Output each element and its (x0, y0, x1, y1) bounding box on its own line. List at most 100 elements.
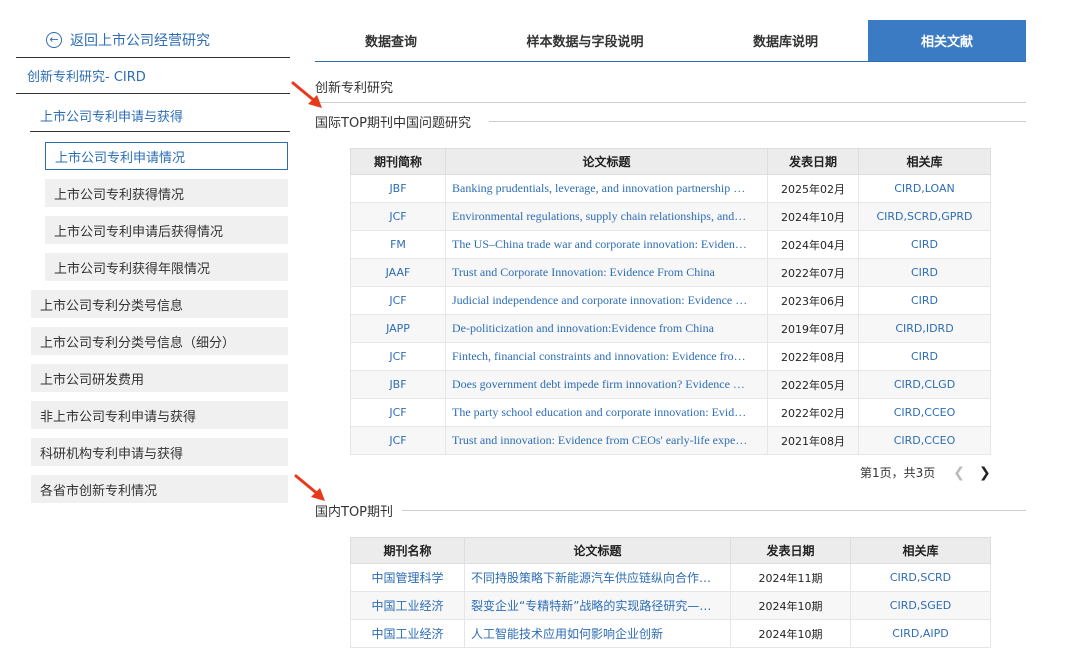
journal-cell[interactable]: JCF (350, 426, 446, 455)
title-cell[interactable]: Banking prudentials, leverage, and innov… (445, 174, 768, 203)
col-header-journal: 期刊简称 (350, 148, 446, 175)
table-row: FM The US–China trade war and corporate … (350, 230, 991, 259)
database-cell[interactable]: CIRD,SCRD,GPRD (858, 202, 991, 231)
sidebar-leaf-grant[interactable]: 上市公司专利获得情况 (45, 179, 288, 207)
title-cell[interactable]: Fintech, financial constraints and innov… (445, 342, 768, 371)
title-cell[interactable]: Trust and innovation: Evidence from CEOs… (445, 426, 768, 455)
journal-cell[interactable]: JAAF (350, 258, 446, 287)
annotation-arrow-icon (294, 474, 325, 501)
journal-cell[interactable]: JBF (350, 174, 446, 203)
table-row: JCF Environmental regulations, supply ch… (350, 202, 991, 231)
database-cell[interactable]: CIRD,SGED (850, 591, 991, 620)
table-header-row: 期刊简称 论文标题 发表日期 相关库 (350, 148, 991, 175)
back-link[interactable]: ← 返回上市公司经营研究 (16, 22, 290, 58)
database-cell[interactable]: CIRD,SCRD (850, 563, 991, 592)
table-row: JCF The party school education and corpo… (350, 398, 991, 427)
sidebar-item-nonlisted[interactable]: 非上市公司专利申请与获得 (31, 401, 288, 429)
back-link-label: 返回上市公司经营研究 (70, 32, 210, 49)
col-header-date: 发表日期 (767, 148, 859, 175)
sidebar-item-classification-detail[interactable]: 上市公司专利分类号信息（细分） (31, 327, 288, 355)
prev-page-chevron-icon[interactable]: ❮ (953, 465, 965, 481)
journal-cell[interactable]: JCF (350, 398, 446, 427)
table-row: JBF Does government debt impede firm inn… (350, 370, 991, 399)
journal-cell[interactable]: 中国工业经济 (350, 591, 465, 620)
date-cell: 2022年05月 (767, 370, 859, 399)
sidebar-leaf-grant-years[interactable]: 上市公司专利获得年限情况 (45, 253, 288, 281)
table-row: 中国管理科学 不同持股策略下新能源汽车供应链纵向合作… 2024年11期 CIR… (350, 563, 991, 592)
domestic-papers-table: 期刊名称 论文标题 发表日期 相关库 中国管理科学 不同持股策略下新能源汽车供应… (350, 537, 991, 648)
date-cell: 2024年10期 (730, 619, 851, 648)
database-cell[interactable]: CIRD (858, 286, 991, 315)
sidebar-sub-patent-apply-grant[interactable]: 上市公司专利申请与获得 (30, 100, 290, 132)
title-cell[interactable]: Does government debt impede firm innovat… (445, 370, 768, 399)
database-cell[interactable]: CIRD,LOAN (858, 174, 991, 203)
table-row: 中国工业经济 人工智能技术应用如何影响企业创新 2024年10期 CIRD,AI… (350, 619, 991, 648)
database-cell[interactable]: CIRD,CCEO (858, 426, 991, 455)
date-cell: 2019年07月 (767, 314, 859, 343)
table-row: JCF Trust and innovation: Evidence from … (350, 426, 991, 455)
table-header-row: 期刊名称 论文标题 发表日期 相关库 (350, 537, 991, 564)
date-cell: 2025年02月 (767, 174, 859, 203)
title-cell[interactable]: De-politicization and innovation:Evidenc… (445, 314, 768, 343)
tab-bar: 数据查询 样本数据与字段说明 数据库说明 相关文献 (315, 20, 1026, 62)
date-cell: 2022年02月 (767, 398, 859, 427)
title-cell[interactable]: Judicial independence and corporate inno… (445, 286, 768, 315)
database-cell[interactable]: CIRD (858, 230, 991, 259)
title-cell[interactable]: The party school education and corporate… (445, 398, 768, 427)
domestic-section-title: 国内TOP期刊 (315, 505, 394, 520)
date-cell: 2022年07月 (767, 258, 859, 287)
sidebar-leaf-apply-then-grant[interactable]: 上市公司专利申请后获得情况 (45, 216, 288, 244)
intl-section-title: 国际TOP期刊中国问题研究 (315, 116, 472, 131)
col-header-title: 论文标题 (464, 537, 731, 564)
date-cell: 2024年10期 (730, 591, 851, 620)
title-cell[interactable]: 不同持股策略下新能源汽车供应链纵向合作… (464, 563, 731, 592)
database-cell[interactable]: CIRD,CLGD (858, 370, 991, 399)
journal-cell[interactable]: JCF (350, 342, 446, 371)
sidebar-item-classification[interactable]: 上市公司专利分类号信息 (31, 290, 288, 318)
table-row: JAPP De-politicization and innovation:Ev… (350, 314, 991, 343)
annotation-arrow-icon (291, 81, 322, 108)
title-cell[interactable]: 人工智能技术应用如何影响企业创新 (464, 619, 731, 648)
date-cell: 2022年08月 (767, 342, 859, 371)
col-header-date: 发表日期 (730, 537, 851, 564)
journal-cell[interactable]: JCF (350, 286, 446, 315)
journal-cell[interactable]: 中国工业经济 (350, 619, 465, 648)
sidebar-item-rd-expense[interactable]: 上市公司研发费用 (31, 364, 288, 392)
date-cell: 2024年11期 (730, 563, 851, 592)
tab-database-info[interactable]: 数据库说明 (703, 20, 868, 61)
table-row: JBF Banking prudentials, leverage, and i… (350, 174, 991, 203)
title-cell[interactable]: Environmental regulations, supply chain … (445, 202, 768, 231)
col-header-database: 相关库 (858, 148, 991, 175)
intl-papers-table: 期刊简称 论文标题 发表日期 相关库 JBF Banking prudentia… (350, 148, 991, 455)
pagination: 第1页，共3页 ❮ ❯ (860, 464, 991, 481)
database-cell[interactable]: CIRD,CCEO (858, 398, 991, 427)
database-cell[interactable]: CIRD (858, 342, 991, 371)
database-cell[interactable]: CIRD (858, 258, 991, 287)
next-page-chevron-icon[interactable]: ❯ (979, 465, 991, 481)
col-header-title: 论文标题 (445, 148, 768, 175)
back-arrow-icon: ← (46, 31, 62, 48)
table-row: JCF Fintech, financial constraints and i… (350, 342, 991, 371)
divider (315, 102, 1026, 103)
sidebar-item-provinces[interactable]: 各省市创新专利情况 (31, 475, 288, 503)
page-info: 第1页，共3页 (860, 466, 936, 480)
database-cell[interactable]: CIRD,IDRD (858, 314, 991, 343)
tab-data-query[interactable]: 数据查询 (315, 20, 467, 61)
title-cell[interactable]: The US–China trade war and corporate inn… (445, 230, 768, 259)
journal-cell[interactable]: JBF (350, 370, 446, 399)
database-cell[interactable]: CIRD,AIPD (850, 619, 991, 648)
journal-cell[interactable]: JCF (350, 202, 446, 231)
title-cell[interactable]: Trust and Corporate Innovation: Evidence… (445, 258, 768, 287)
sidebar-leaf-apply[interactable]: 上市公司专利申请情况 (45, 142, 288, 170)
journal-cell[interactable]: 中国管理科学 (350, 563, 465, 592)
title-cell[interactable]: 裂变企业“专精特新”战略的实现路径研究—… (464, 591, 731, 620)
tab-literature[interactable]: 相关文献 (868, 20, 1026, 61)
tab-sample-fields[interactable]: 样本数据与字段说明 (467, 20, 703, 61)
sidebar-root-cird[interactable]: 创新专利研究- CIRD (16, 58, 290, 94)
journal-cell[interactable]: JAPP (350, 314, 446, 343)
sidebar-item-research-institutes[interactable]: 科研机构专利申请与获得 (31, 438, 288, 466)
journal-cell[interactable]: FM (350, 230, 446, 259)
date-cell: 2024年10月 (767, 202, 859, 231)
table-row: JAAF Trust and Corporate Innovation: Evi… (350, 258, 991, 287)
breadcrumb: 创新专利研究 (315, 81, 394, 96)
